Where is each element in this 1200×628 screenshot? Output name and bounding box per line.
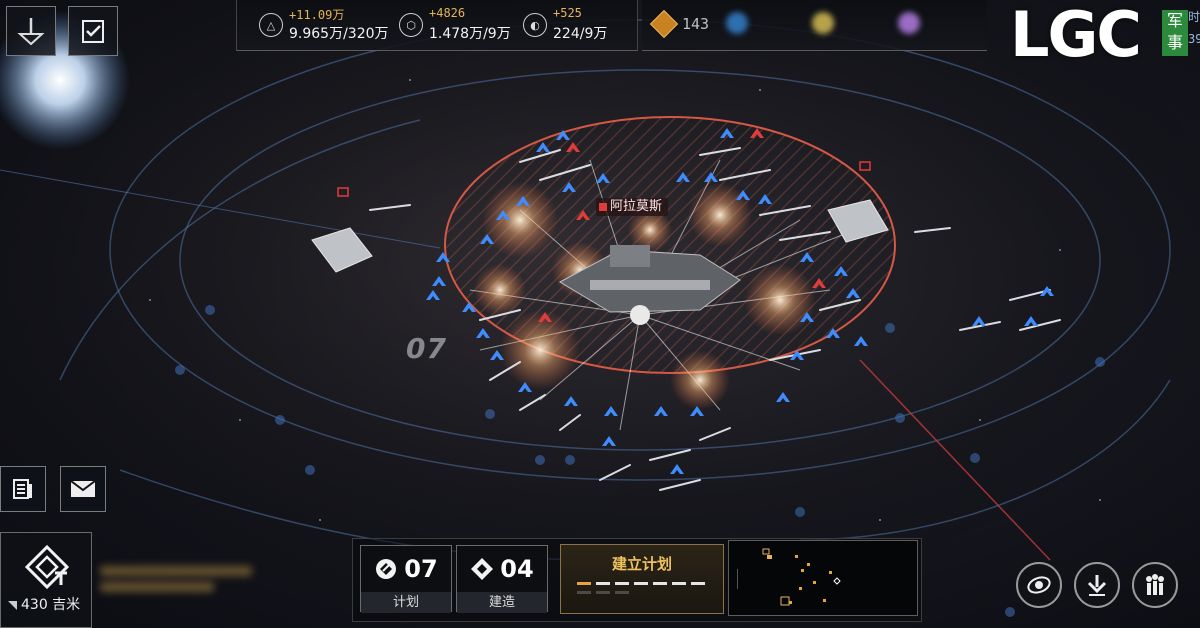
resource-amount: 1.478万/9万 xyxy=(429,26,511,42)
fleet-icon xyxy=(1146,574,1164,595)
logo-edge-text: 时 39 xyxy=(1188,6,1200,50)
resource-gain: +4826 xyxy=(429,6,466,20)
minimap-canvas xyxy=(737,548,841,606)
plan-icon xyxy=(376,559,397,579)
galaxy-icon xyxy=(1027,576,1051,594)
rank-value: 143 xyxy=(682,15,710,33)
sector-number: 07 xyxy=(406,332,447,365)
solar-system-button[interactable] xyxy=(6,6,56,56)
tasks-button[interactable] xyxy=(68,6,118,56)
solar-system-icon xyxy=(17,18,45,46)
build-icon xyxy=(471,558,494,580)
resource-amount: 224/9万 xyxy=(553,26,608,42)
mail-button[interactable] xyxy=(60,466,106,512)
blurred-status-icon xyxy=(812,12,834,34)
plan-counter-button[interactable]: 07 计划 xyxy=(360,545,452,613)
plan-label: 计划 xyxy=(361,592,451,613)
document-icon xyxy=(13,479,32,499)
logo-side-text: 事 xyxy=(1166,33,1183,52)
status-bar[interactable]: 143 xyxy=(642,0,987,51)
logo-side-text: 军 xyxy=(1166,11,1183,30)
blurred-status-icon xyxy=(726,12,748,34)
galaxy-button[interactable] xyxy=(1016,562,1062,608)
logo-edge-line: 时 xyxy=(1188,10,1200,24)
resource-gas[interactable]: ◐ +525 224/9万 xyxy=(517,5,642,45)
mail-icon xyxy=(70,480,96,497)
locator-diamond-icon xyxy=(24,544,70,590)
build-label: 建造 xyxy=(457,592,547,613)
space-battlefield[interactable] xyxy=(0,0,1200,628)
create-plan-title: 建立计划 xyxy=(611,555,672,573)
create-plan-button[interactable]: 建立计划 xyxy=(560,544,724,614)
crystal-resource-icon: ⬡ xyxy=(399,13,423,37)
clipboard-check-icon xyxy=(82,20,104,43)
distance-readout: 430 吉米 xyxy=(8,594,80,614)
plan-progress xyxy=(577,582,705,585)
resource-bar: △ +11.09万 9.965万/320万 ⬡ +4826 1.478万/9万 … xyxy=(236,0,638,51)
fleet-button[interactable] xyxy=(1132,562,1178,608)
resource-metal[interactable]: △ +11.09万 9.965万/320万 xyxy=(253,5,389,45)
blurred-info-text xyxy=(100,560,290,612)
resource-crystal[interactable]: ⬡ +4826 1.478万/9万 xyxy=(393,5,518,45)
build-count: 04 xyxy=(500,555,534,583)
lgc-logo: LGC xyxy=(1010,0,1142,71)
resource-amount: 9.965万/320万 xyxy=(289,26,389,42)
distance-arrow-icon xyxy=(8,600,17,610)
dock-arrow-icon xyxy=(1087,575,1107,596)
resource-gain: +525 xyxy=(553,6,582,20)
rank-diamond-icon xyxy=(649,9,679,39)
logo-side-tag: 军 事 xyxy=(1162,10,1188,56)
plan-count: 07 xyxy=(404,555,438,583)
distance-value: 430 吉米 xyxy=(21,597,81,613)
gas-resource-icon: ◐ xyxy=(523,13,547,37)
reports-button[interactable] xyxy=(0,466,46,512)
build-counter-button[interactable]: 04 建造 xyxy=(456,545,548,613)
triangle-resource-icon: △ xyxy=(259,13,283,37)
target-name-label[interactable]: 阿拉莫斯 xyxy=(596,198,669,216)
minimap[interactable] xyxy=(728,540,918,616)
dock-button[interactable] xyxy=(1074,562,1120,608)
logo-edge-line: 39 xyxy=(1188,32,1200,46)
blurred-status-icon xyxy=(898,12,920,34)
plan-progress-secondary xyxy=(577,591,629,594)
resource-gain: +11.09万 xyxy=(289,8,345,22)
